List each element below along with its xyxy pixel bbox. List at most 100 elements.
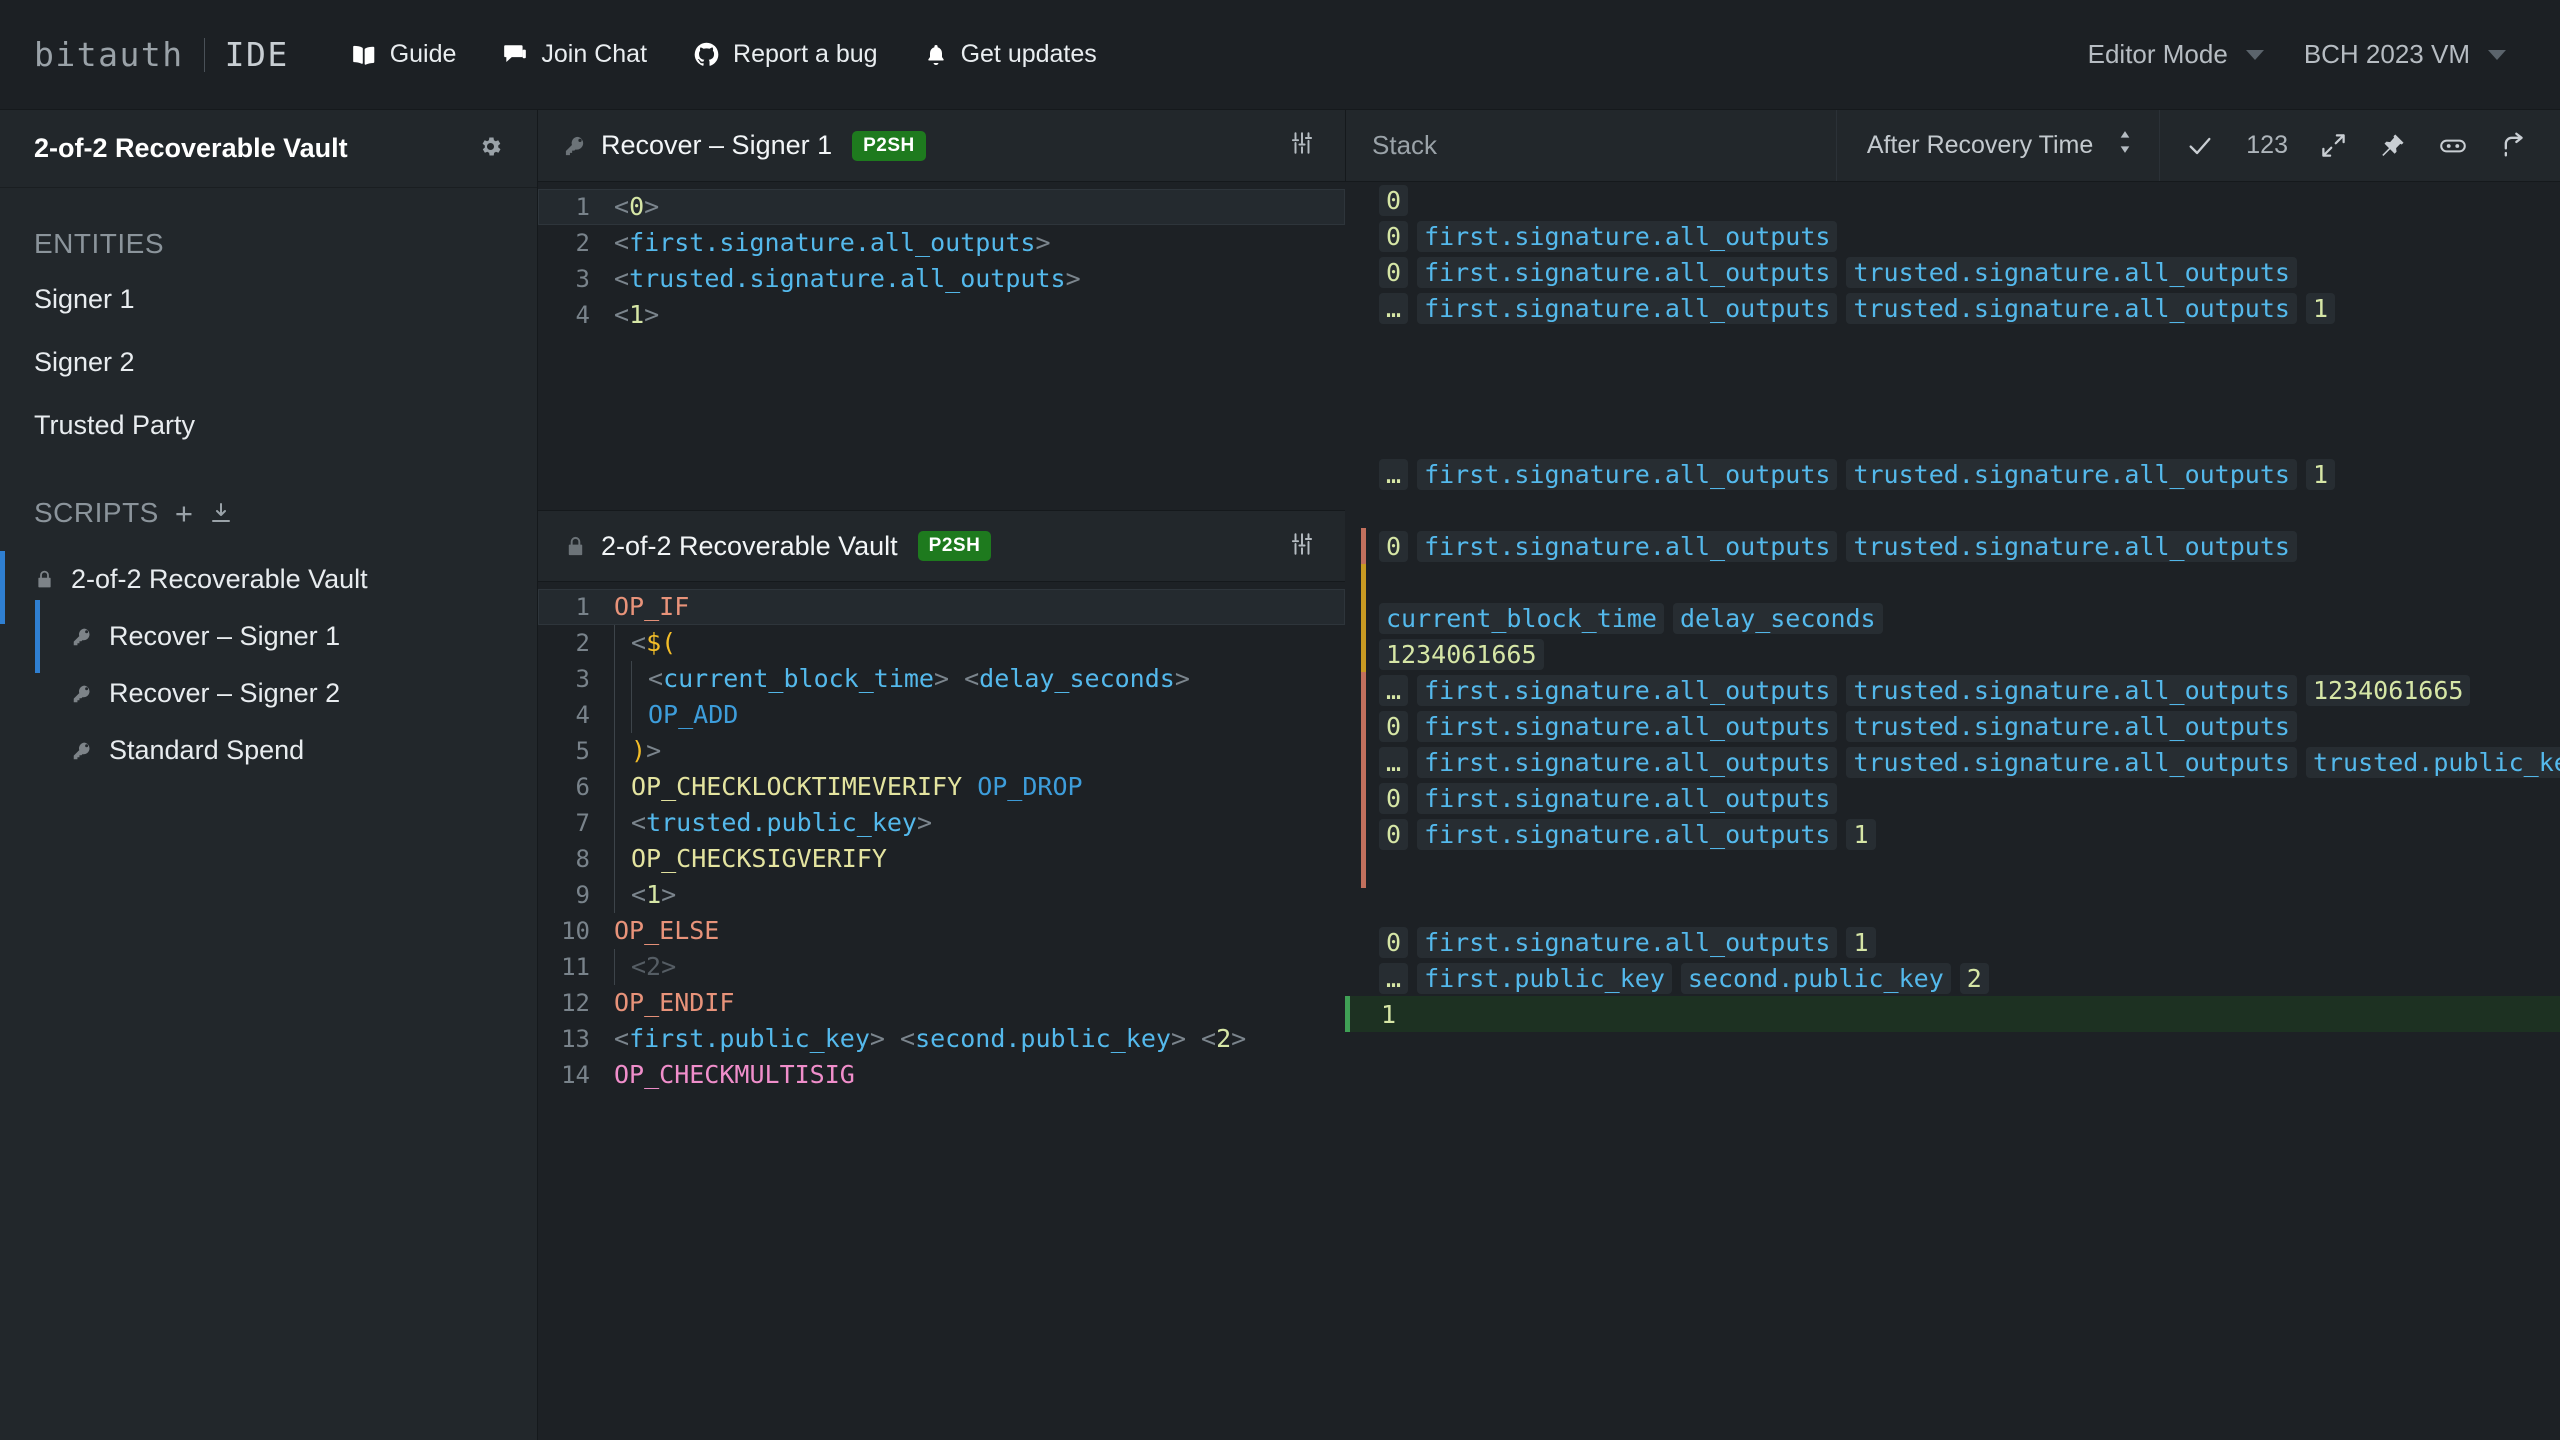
code-line[interactable]: 3 <trusted.signature.all_outputs> xyxy=(538,261,1345,297)
stack-row[interactable]: current_block_time delay_seconds xyxy=(1345,600,2560,636)
code-line[interactable]: 7 <trusted.public_key> xyxy=(538,805,1345,841)
code-line[interactable]: 9 <1> xyxy=(538,877,1345,913)
code-line[interactable]: 2 <first.signature.all_outputs> xyxy=(538,225,1345,261)
plus-icon[interactable]: + xyxy=(175,498,194,529)
stack-item[interactable]: first.signature.all_outputs xyxy=(1417,256,1838,288)
stack-item[interactable]: first.signature.all_outputs xyxy=(1417,782,1838,814)
stack-item[interactable]: 0 xyxy=(1379,184,1409,216)
stack-item[interactable]: first.signature.all_outputs xyxy=(1417,818,1838,850)
code-line[interactable]: 3 <current_block_time> <delay_seconds> xyxy=(538,661,1345,697)
stack-row[interactable]: 0 xyxy=(1345,182,2560,218)
stack-row[interactable]: 0 first.signature.all_outputs trusted.sign… xyxy=(1345,528,2560,564)
stack-row[interactable]: … first.signature.all_outputs trusted.sign… xyxy=(1345,456,2560,492)
scenario-select[interactable]: After Recovery Time xyxy=(1835,110,2159,181)
stack-item[interactable]: 0 xyxy=(1379,220,1409,252)
stack-item[interactable]: first.signature.all_outputs xyxy=(1417,530,1838,562)
guide-link[interactable]: Guide xyxy=(351,40,456,69)
stack-item[interactable]: current_block_time xyxy=(1379,602,1664,634)
stack-row[interactable]: … first.signature.all_outputs trusted.sign… xyxy=(1345,290,2560,326)
stack-item[interactable]: 0 xyxy=(1379,926,1409,958)
stack-row[interactable]: … first.signature.all_outputs trusted.sign… xyxy=(1345,672,2560,708)
stack-item[interactable]: second.public_key xyxy=(1680,962,1951,994)
stack-item[interactable]: trusted.signature.all_outputs xyxy=(1846,530,2297,562)
stack-item[interactable]: first.signature.all_outputs xyxy=(1417,926,1838,958)
code-line[interactable]: 14 OP_CHECKMULTISIG xyxy=(538,1057,1345,1093)
stack-row[interactable]: 0 first.signature.all_outputs xyxy=(1345,780,2560,816)
stack-body[interactable]: 0 0 first.signature.all_outputs 0 first.sign… xyxy=(1345,182,2560,1440)
code-line[interactable]: 4 OP_ADD xyxy=(538,697,1345,733)
stack-item[interactable]: first.signature.all_outputs xyxy=(1417,458,1838,490)
stack-item[interactable]: … xyxy=(1379,746,1409,778)
stack-item[interactable]: first.public_key xyxy=(1417,962,1672,994)
code-line[interactable]: 2 <$( xyxy=(538,625,1345,661)
stack-row[interactable]: 0 first.signature.all_outputs xyxy=(1345,218,2560,254)
stack-item[interactable]: 1 xyxy=(1846,926,1876,958)
stack-item[interactable]: 1 xyxy=(1846,818,1876,850)
code-line[interactable]: 5 )> xyxy=(538,733,1345,769)
sidebar-entity-signer-2[interactable]: Signer 2 xyxy=(0,331,537,394)
stack-item[interactable]: trusted.signature.all_outputs xyxy=(1846,256,2297,288)
sliders-icon[interactable] xyxy=(1289,130,1315,161)
code-line[interactable]: 13 <first.public_key> <second.public_key>… xyxy=(538,1021,1345,1057)
stack-item[interactable]: … xyxy=(1379,458,1409,490)
sidebar-script-standard-spend[interactable]: Standard Spend xyxy=(0,722,537,779)
expand-icon[interactable] xyxy=(2304,132,2363,159)
stack-item[interactable]: … xyxy=(1379,962,1409,994)
code-line[interactable]: 10 OP_ELSE xyxy=(538,913,1345,949)
stack-item[interactable]: trusted.signature.all_outputs xyxy=(1846,710,2297,742)
stack-row-success[interactable]: 1 xyxy=(1345,996,2560,1032)
number-format-icon[interactable]: 123 xyxy=(2230,131,2304,160)
stack-item[interactable]: trusted.signature.all_outputs xyxy=(1846,674,2297,706)
report-bug-link[interactable]: Report a bug xyxy=(693,40,878,69)
code-line[interactable]: 6 OP_CHECKLOCKTIMEVERIFY OP_DROP xyxy=(538,769,1345,805)
stack-row[interactable]: … first.signature.all_outputs trusted.sign… xyxy=(1345,744,2560,780)
code-line[interactable]: 12 OP_ENDIF xyxy=(538,985,1345,1021)
get-updates-link[interactable]: Get updates xyxy=(924,40,1097,69)
join-chat-link[interactable]: Join Chat xyxy=(502,40,647,69)
stack-item[interactable]: … xyxy=(1379,292,1409,324)
sidebar-entity-signer-1[interactable]: Signer 1 xyxy=(0,268,537,331)
stack-row[interactable]: 0 first.signature.all_outputs trusted.sign… xyxy=(1345,254,2560,290)
code-line[interactable]: 11 <2> xyxy=(538,949,1345,985)
stack-item[interactable]: first.signature.all_outputs xyxy=(1417,292,1838,324)
stack-item[interactable]: … xyxy=(1379,674,1409,706)
stack-row[interactable]: … first.public_key second.public_key 2 xyxy=(1345,960,2560,996)
stack-item[interactable]: 0 xyxy=(1379,256,1409,288)
stack-item[interactable]: 0 xyxy=(1379,782,1409,814)
stack-item[interactable]: 0 xyxy=(1379,530,1409,562)
stack-item[interactable]: 0 xyxy=(1379,710,1409,742)
stack-item[interactable]: first.signature.all_outputs xyxy=(1417,710,1838,742)
pin-icon[interactable] xyxy=(2363,132,2422,159)
stack-item[interactable]: trusted.signature.all_outputs xyxy=(1846,458,2297,490)
stack-row[interactable]: 0 first.signature.all_outputs trusted.sign… xyxy=(1345,708,2560,744)
sidebar-script-vault[interactable]: 2-of-2 Recoverable Vault xyxy=(0,551,537,624)
vm-select[interactable]: BCH 2023 VM xyxy=(2284,39,2526,70)
stack-item[interactable]: 1 xyxy=(2305,292,2336,324)
eye-icon[interactable] xyxy=(2422,131,2484,161)
stack-row[interactable]: 1234061665 xyxy=(1345,636,2560,672)
stack-item[interactable]: trusted.public_key xyxy=(2305,746,2560,778)
check-icon[interactable] xyxy=(2170,132,2230,160)
sidebar-script-recover-signer-2[interactable]: Recover – Signer 2 xyxy=(0,665,537,722)
sidebar-script-recover-signer-1[interactable]: Recover – Signer 1 xyxy=(0,600,537,673)
stack-item[interactable]: first.signature.all_outputs xyxy=(1417,220,1838,252)
download-icon[interactable] xyxy=(209,501,233,525)
stack-item[interactable]: 1234061665 xyxy=(1379,638,1544,670)
stack-row[interactable]: 0 first.signature.all_outputs 1 xyxy=(1345,924,2560,960)
stack-row[interactable]: 0 first.signature.all_outputs 1 xyxy=(1345,816,2560,852)
code-editor-locking[interactable]: 1 OP_IF 2 <$(3 <current_block_time> <delay… xyxy=(538,582,1345,1440)
sliders-icon[interactable] xyxy=(1289,531,1315,562)
stack-item[interactable]: 0 xyxy=(1379,818,1409,850)
stack-item[interactable]: delay_seconds xyxy=(1672,602,1883,634)
sidebar-entity-trusted-party[interactable]: Trusted Party xyxy=(0,394,537,457)
editor-mode-select[interactable]: Editor Mode xyxy=(2068,39,2284,70)
code-line[interactable]: 1 OP_IF xyxy=(538,589,1345,625)
brand-logo[interactable]: bitauth IDE xyxy=(34,35,289,74)
stack-item[interactable]: 1 xyxy=(2305,458,2336,490)
gear-icon[interactable] xyxy=(478,134,503,164)
redo-icon[interactable] xyxy=(2484,132,2544,160)
stack-item[interactable]: trusted.signature.all_outputs xyxy=(1846,746,2297,778)
stack-item[interactable]: 1234061665 xyxy=(2305,674,2471,706)
stack-item[interactable]: 2 xyxy=(1959,962,1989,994)
stack-item[interactable]: 1 xyxy=(1379,999,1398,1030)
